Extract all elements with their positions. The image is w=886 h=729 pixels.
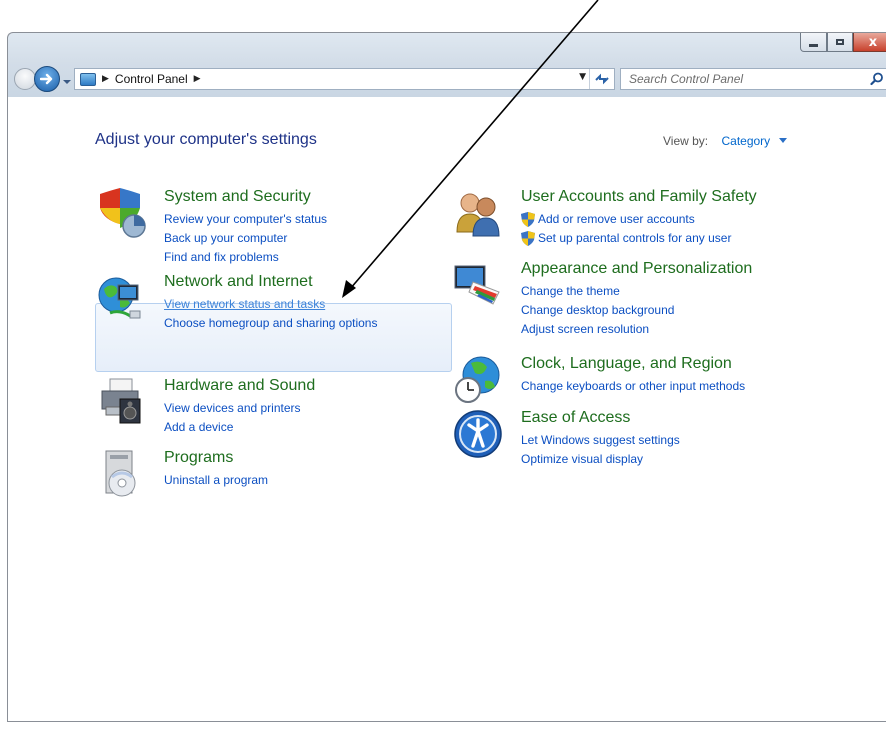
category-title[interactable]: Hardware and Sound	[164, 377, 315, 395]
category-programs: Programs Uninstall a program	[96, 449, 396, 504]
navigation-bar: ▶ Control Panel ▶ ▼	[8, 66, 886, 94]
category-links: View devices and printers Add a device	[164, 399, 301, 437]
page-title: Adjust your computer's settings	[95, 131, 317, 148]
control-panel-icon	[80, 72, 96, 86]
breadcrumb-separator[interactable]: ▶	[194, 74, 201, 84]
link-view-devices-printers[interactable]: View devices and printers	[164, 399, 301, 418]
category-links: Change keyboards or other input methods	[521, 377, 745, 396]
uac-shield-icon	[521, 231, 535, 246]
category-title[interactable]: Clock, Language, and Region	[521, 355, 732, 373]
programs-disc-icon	[105, 450, 136, 497]
link-homegroup-sharing[interactable]: Choose homegroup and sharing options	[164, 314, 377, 333]
forward-button[interactable]	[34, 66, 60, 92]
category-links: Change the theme Change desktop backgrou…	[521, 282, 674, 339]
ease-of-access-icon	[454, 410, 502, 458]
link-suggest-settings[interactable]: Let Windows suggest settings	[521, 431, 680, 450]
close-icon: x	[868, 34, 878, 50]
category-hardware-and-sound: Hardware and Sound View devices and prin…	[96, 377, 396, 437]
view-by-label: View by:	[663, 134, 709, 148]
link-add-remove-users[interactable]: Add or remove user accounts	[521, 210, 731, 229]
title-bar[interactable]: x	[8, 33, 886, 61]
link-optimize-display[interactable]: Optimize visual display	[521, 450, 680, 469]
category-title[interactable]: Network and Internet	[164, 273, 313, 291]
category-system-and-security: System and Security Review your computer…	[96, 188, 396, 264]
link-change-background[interactable]: Change desktop background	[521, 301, 674, 320]
minimize-button[interactable]	[800, 33, 827, 52]
category-ease-of-access: Ease of Access Let Windows suggest setti…	[453, 409, 793, 469]
category-title[interactable]: Programs	[164, 449, 233, 467]
printer-speaker-icon	[101, 378, 141, 424]
shield-icon	[100, 188, 146, 238]
category-appearance: Appearance and Personalization Change th…	[453, 260, 793, 336]
category-title[interactable]: User Accounts and Family Safety	[521, 188, 757, 206]
maximize-button[interactable]	[827, 33, 853, 52]
link-text: Set up parental controls for any user	[538, 231, 732, 245]
uac-shield-icon	[521, 212, 535, 227]
link-parental-controls[interactable]: Set up parental controls for any user	[521, 229, 731, 248]
category-clock-language-region: Clock, Language, and Region Change keybo…	[453, 355, 793, 410]
link-find-fix-problems[interactable]: Find and fix problems	[164, 248, 327, 267]
chevron-down-icon[interactable]	[778, 138, 787, 143]
caption-buttons: x	[800, 33, 886, 52]
category-network-and-internet: Network and Internet View network status…	[96, 273, 436, 343]
refresh-button[interactable]	[589, 69, 614, 89]
link-change-keyboards[interactable]: Change keyboards or other input methods	[521, 377, 745, 396]
view-by: View by: Category	[663, 134, 787, 148]
link-add-device[interactable]: Add a device	[164, 418, 301, 437]
link-review-status[interactable]: Review your computer's status	[164, 210, 327, 229]
chevron-down-icon	[63, 80, 71, 84]
category-user-accounts: User Accounts and Family Safety Add or r…	[453, 188, 793, 248]
breadcrumb-separator[interactable]: ▶	[102, 74, 109, 84]
category-links: View network status and tasks Choose hom…	[164, 295, 377, 333]
users-icon	[456, 193, 500, 237]
network-globe-icon	[98, 277, 141, 319]
close-button[interactable]: x	[853, 33, 886, 52]
category-links: Uninstall a program	[164, 471, 268, 490]
forward-arrow-icon	[40, 73, 53, 85]
monitor-palette-icon	[454, 265, 500, 305]
link-view-network-status[interactable]: View network status and tasks	[164, 295, 377, 314]
search-box[interactable]	[620, 68, 886, 90]
category-links: Add or remove user accounts Set up paren…	[521, 210, 731, 248]
address-history-dropdown[interactable]: ▼	[579, 72, 586, 82]
address-bar[interactable]: ▶ Control Panel ▶ ▼	[74, 68, 615, 90]
back-button[interactable]	[14, 68, 36, 90]
link-change-theme[interactable]: Change the theme	[521, 282, 674, 301]
view-by-value[interactable]: Category	[721, 134, 770, 148]
content-area: Adjust your computer's settings View by:…	[8, 97, 886, 721]
refresh-icon	[595, 73, 609, 85]
search-icon[interactable]	[870, 72, 884, 86]
link-back-up[interactable]: Back up your computer	[164, 229, 327, 248]
search-input[interactable]	[621, 69, 869, 89]
minimize-icon	[809, 43, 818, 47]
control-panel-window: x ▶ Control Panel ▶ ▼ Search Control Pan…	[7, 32, 886, 722]
category-links: Let Windows suggest settings Optimize vi…	[521, 431, 680, 469]
globe-clock-icon	[455, 356, 500, 403]
breadcrumb-control-panel[interactable]: Control Panel	[115, 72, 188, 86]
category-title[interactable]: System and Security	[164, 188, 311, 206]
category-links: Review your computer's status Back up yo…	[164, 210, 327, 267]
link-text: Add or remove user accounts	[538, 212, 695, 226]
link-uninstall-program[interactable]: Uninstall a program	[164, 471, 268, 490]
category-title[interactable]: Appearance and Personalization	[521, 260, 752, 278]
recent-pages-dropdown[interactable]	[62, 73, 72, 85]
maximize-icon	[836, 39, 844, 45]
category-title[interactable]: Ease of Access	[521, 409, 630, 427]
link-screen-resolution[interactable]: Adjust screen resolution	[521, 320, 674, 339]
